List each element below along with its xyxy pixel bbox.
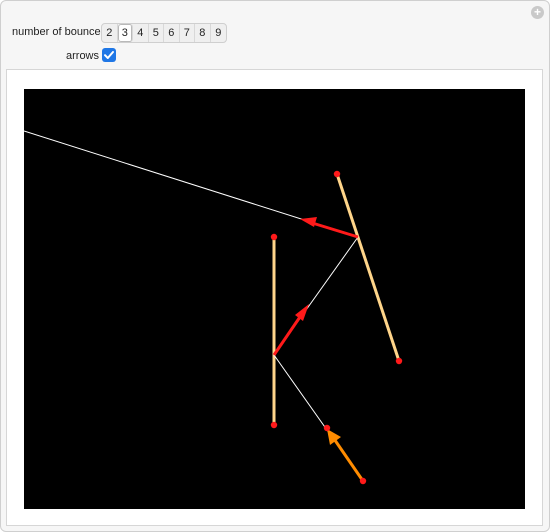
mirror-left-top-endpoint [270, 233, 278, 241]
arrows-checkbox[interactable] [102, 48, 116, 62]
bounce-option-7[interactable]: 7 [180, 24, 195, 42]
bounce-option-5[interactable]: 5 [149, 24, 164, 42]
mirror-right-top-endpoint [333, 170, 341, 178]
bounces-selector[interactable]: 2 3 4 5 6 7 8 9 [101, 23, 227, 43]
bounce-option-9[interactable]: 9 [211, 24, 227, 42]
direction-arrow-outgoing [308, 220, 359, 239]
plus-icon[interactable]: + [531, 6, 544, 19]
mirror-left-bottom-endpoint [270, 421, 278, 429]
bounce-option-2[interactable]: 2 [102, 24, 118, 42]
bounce-plot [23, 130, 403, 485]
check-icon [104, 51, 114, 59]
bounce-option-6[interactable]: 6 [164, 24, 180, 42]
plot-canvas [23, 89, 525, 509]
middle-arrowhead [295, 304, 309, 321]
bounce-option-4[interactable]: 4 [133, 24, 149, 42]
initial-arrow-tip-point [323, 424, 331, 432]
bounces-label: number of bounces [12, 26, 107, 38]
initial-arrowhead [327, 429, 341, 445]
arrows-label: arrows [66, 50, 100, 62]
ray-start-point [359, 477, 367, 485]
mirror-right-bottom-endpoint [395, 357, 403, 365]
bounce-option-8[interactable]: 8 [195, 24, 211, 42]
bounce-option-3[interactable]: 3 [117, 24, 133, 42]
mirror-right [335, 173, 401, 362]
outgoing-arrowhead [300, 217, 317, 227]
